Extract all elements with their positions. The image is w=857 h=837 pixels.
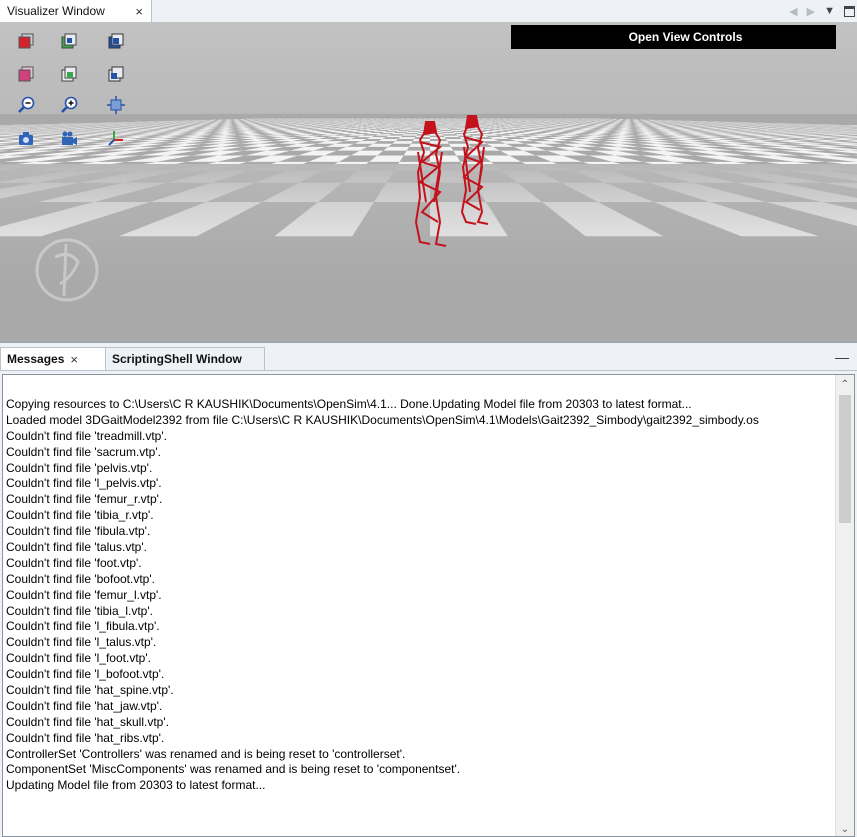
message-line: Couldn't find file 'l_fibula.vtp'. <box>6 619 160 634</box>
dropdown-icon[interactable]: ▼ <box>824 5 835 17</box>
window-controls: ◀ ▶ ▼ <box>789 0 855 22</box>
close-messages-icon[interactable]: × <box>70 352 78 367</box>
message-line: Couldn't find file 'hat_ribs.vtp'. <box>6 730 165 745</box>
message-line: Couldn't find file 'foot.vtp'. <box>6 555 142 570</box>
zoom-in-icon[interactable] <box>59 95 79 115</box>
vertical-scrollbar[interactable]: ⌃ ⌄ <box>835 375 854 836</box>
record-movie-icon[interactable] <box>59 128 79 148</box>
scroll-down-icon[interactable]: ⌄ <box>836 822 854 836</box>
view-right-icon[interactable] <box>106 64 126 84</box>
tab-messages-label: Messages <box>7 352 65 366</box>
view-back-icon[interactable] <box>59 31 79 51</box>
message-line: Couldn't find file 'fibula.vtp'. <box>6 524 151 539</box>
tab-scripting-label: ScriptingShell Window <box>112 352 242 366</box>
scroll-right-icon[interactable]: ▶ <box>807 5 815 18</box>
message-line: Couldn't find file 'l_foot.vtp'. <box>6 651 151 666</box>
axes-toggle-icon[interactable] <box>106 128 126 148</box>
message-line: Updating Model file from 20303 to latest… <box>6 778 266 793</box>
message-line: Loaded model 3DGaitModel2392 from file C… <box>6 412 759 427</box>
message-line: Couldn't find file 'femur_r.vtp'. <box>6 492 163 507</box>
tab-visualizer-window[interactable]: Visualizer Window × <box>0 0 152 22</box>
message-line: Couldn't find file 'hat_skull.vtp'. <box>6 714 169 729</box>
tab-visualizer-label: Visualizer Window <box>7 4 105 18</box>
fit-all-icon[interactable] <box>106 95 126 115</box>
message-line: Couldn't find file 'talus.vtp'. <box>6 540 147 555</box>
tab-messages[interactable]: Messages × <box>0 347 106 370</box>
3d-viewport[interactable]: Open View Controls <box>0 22 857 343</box>
scroll-thumb[interactable] <box>839 395 851 523</box>
maximize-icon[interactable] <box>844 5 855 17</box>
top-tab-bar: Visualizer Window × ◀ ▶ ▼ <box>0 0 857 23</box>
zoom-out-icon[interactable] <box>16 95 36 115</box>
message-log: Copying resources to C:\Users\C R KAUSHI… <box>6 397 836 794</box>
open-view-controls-button[interactable]: Open View Controls <box>511 25 836 49</box>
scroll-left-icon[interactable]: ◀ <box>789 5 797 18</box>
view-bottom-icon[interactable] <box>16 64 36 84</box>
message-line: Couldn't find file 'hat_jaw.vtp'. <box>6 698 163 713</box>
message-line: Couldn't find file 'l_bofoot.vtp'. <box>6 667 165 682</box>
messages-tab-bar: Messages × ScriptingShell Window — <box>0 347 857 371</box>
minimize-icon[interactable]: — <box>835 349 849 365</box>
message-line: Couldn't find file 'tibia_r.vtp'. <box>6 508 154 523</box>
viewport-scene <box>0 22 857 342</box>
message-line: Couldn't find file 'l_talus.vtp'. <box>6 635 157 650</box>
message-line: Copying resources to C:\Users\C R KAUSHI… <box>6 397 692 411</box>
tab-scripting-shell[interactable]: ScriptingShell Window <box>106 347 265 370</box>
message-line: Couldn't find file 'bofoot.vtp'. <box>6 571 155 586</box>
message-line: Couldn't find file 'sacrum.vtp'. <box>6 444 161 459</box>
message-line: Couldn't find file 'pelvis.vtp'. <box>6 460 153 475</box>
message-line: Couldn't find file 'hat_spine.vtp'. <box>6 683 174 698</box>
view-top-icon[interactable] <box>106 31 126 51</box>
message-line: Couldn't find file 'treadmill.vtp'. <box>6 428 167 443</box>
messages-panel[interactable]: Copying resources to C:\Users\C R KAUSHI… <box>2 374 855 837</box>
scroll-up-icon[interactable]: ⌃ <box>836 375 854 393</box>
message-line: ComponentSet 'MiscComponents' was rename… <box>6 762 461 777</box>
view-left-icon[interactable] <box>59 64 79 84</box>
message-line: Couldn't find file 'l_pelvis.vtp'. <box>6 476 162 491</box>
message-line: Couldn't find file 'tibia_l.vtp'. <box>6 603 153 618</box>
message-line: Couldn't find file 'femur_l.vtp'. <box>6 587 162 602</box>
view-front-icon[interactable] <box>16 31 36 51</box>
message-line: ControllerSet 'Controllers' was renamed … <box>6 746 406 761</box>
close-tab-icon[interactable]: × <box>135 4 143 19</box>
snapshot-icon[interactable] <box>16 128 36 148</box>
